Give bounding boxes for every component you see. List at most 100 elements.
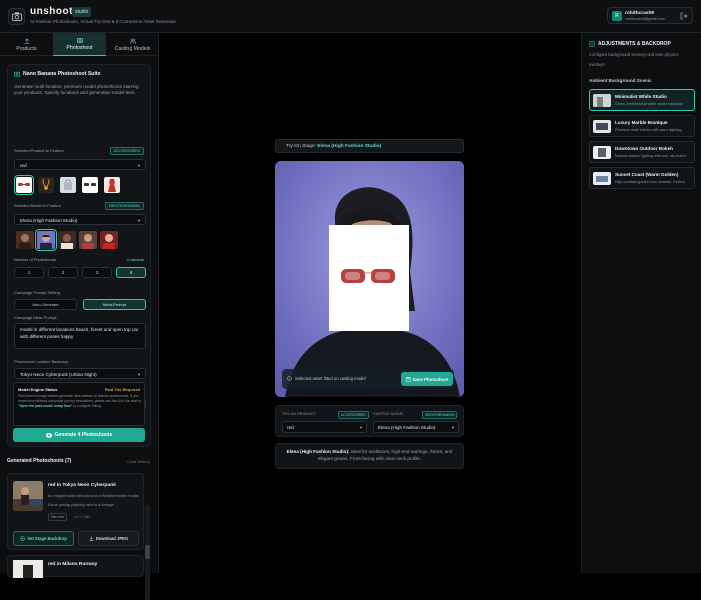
- scene-name: Sunset Coast (Warm Golden): [615, 172, 679, 177]
- scene-name: Minimalist White Studio: [615, 94, 667, 99]
- camera-icon: [76, 38, 83, 43]
- model-thumb-2[interactable]: [35, 229, 57, 251]
- model-thumb-5[interactable]: [100, 231, 118, 249]
- scene-thumbnail: [593, 172, 611, 185]
- model-thumb-3[interactable]: [58, 231, 76, 249]
- product-thumb-necklace[interactable]: [38, 177, 54, 193]
- variant-option-3[interactable]: 3: [82, 267, 112, 278]
- generated-thumbnail[interactable]: [13, 481, 43, 511]
- scene-desc: High-contrast golden hour seaside. Perfe…: [615, 180, 685, 184]
- chevron-down-icon: ▼: [451, 425, 455, 430]
- variant-option-1[interactable]: 1: [14, 267, 44, 278]
- product-thumb-bag[interactable]: [60, 177, 76, 193]
- save-icon: [405, 376, 411, 382]
- user-email: rohithcrash9@gmail.com: [625, 17, 665, 21]
- tryon-product-select[interactable]: red ▼: [282, 421, 367, 433]
- meta-prompt-label: Campaign Meta-Prompt: [14, 315, 57, 320]
- chevron-down-icon: ▼: [359, 425, 363, 430]
- studio-image: [593, 94, 611, 107]
- product-select[interactable]: red ▼: [14, 159, 146, 170]
- generated-item-title: red in Milano Runway: [48, 562, 98, 567]
- fit-status: Selected asset fitted on casting model: [287, 376, 366, 381]
- generate-photoshoots-button[interactable]: Generate 4 Photoshoots: [13, 428, 145, 442]
- logout-icon[interactable]: [680, 12, 688, 20]
- adjustments-title: ADJUSTMENTS & BACKDROP: [589, 41, 671, 47]
- meta-prompt-input[interactable]: model in different locations beach, fore…: [14, 323, 146, 349]
- casting-model-badge: MEDITERRANEAN: [422, 411, 458, 419]
- variants-count: 4 variants: [126, 257, 144, 262]
- paid-setup-link[interactable]: "Open the paid model setup flow": [18, 404, 72, 408]
- variant-option-2[interactable]: 2: [48, 267, 78, 278]
- product-thumb-sunglasses[interactable]: [14, 175, 34, 195]
- scene-minimalist-white-studio[interactable]: Minimalist White Studio Clean, professio…: [589, 89, 695, 111]
- stage-label-prefix: Try-On Stage:: [286, 144, 316, 149]
- product-select-value: red: [20, 163, 27, 168]
- scene-thumbnail: [593, 94, 611, 107]
- tab-casting-models[interactable]: Casting Models: [106, 33, 159, 56]
- tryon-product-value: red: [287, 425, 294, 430]
- boutique-image: [593, 120, 611, 133]
- engine-status-flag: Paid Tier Required: [104, 387, 140, 392]
- engine-status-box: Model Engine Status Paid Tier Required P…: [13, 382, 145, 426]
- product-label: Selected Product to Feature: [14, 148, 64, 153]
- tab-products[interactable]: Products: [0, 33, 53, 56]
- tab-label: Photoshoot: [66, 45, 93, 51]
- variants-label: Number of Photoshoots: [14, 257, 57, 262]
- sunglasses-image: [18, 183, 30, 186]
- info-icon: [287, 376, 292, 381]
- scene-luxury-marble-boutique[interactable]: Luxury Marble Boutique Premium retail in…: [589, 115, 695, 137]
- download-jpeg-button[interactable]: Download JPEG: [78, 531, 139, 546]
- user-card[interactable]: R rohithcrash9 rohithcrash9@gmail.com: [607, 7, 693, 24]
- try-on-stage-image[interactable]: [275, 161, 464, 397]
- clear-history-link[interactable]: Clear History: [127, 459, 150, 464]
- tab-bar: Products Photoshoot Casting Models: [0, 33, 159, 56]
- set-stage-label: Set Stage Backdrop: [27, 536, 67, 541]
- left-sidebar: Products Photoshoot Casting Models Nano …: [0, 33, 159, 600]
- history-scrollbar[interactable]: [145, 505, 150, 600]
- scrollbar-thumb[interactable]: [145, 545, 150, 559]
- set-stage-backdrop-button[interactable]: Set Stage Backdrop: [13, 531, 74, 546]
- suite-description: Generate multi-location, premium model p…: [14, 84, 139, 96]
- dress-image: [108, 179, 116, 192]
- tab-photoshoot[interactable]: Photoshoot: [53, 33, 106, 56]
- casting-model-value: Elena (High Fashion Studio): [378, 425, 436, 430]
- scene-sunset-coast[interactable]: Sunset Coast (Warm Golden) High-contrast…: [589, 167, 695, 189]
- auto-generate-button[interactable]: Auto-Generate: [14, 299, 77, 310]
- model-portrait: [103, 234, 115, 249]
- chevron-down-icon: ▼: [137, 218, 141, 223]
- model-portrait: [40, 234, 52, 249]
- camera-logo-icon[interactable]: [8, 8, 25, 25]
- scene-desc: Premium retail interior with warm lighti…: [615, 128, 682, 132]
- generated-card[interactable]: red in Tokyo Neon Cyberpunk An elegant w…: [7, 473, 144, 550]
- prompt-setting-label: Campaign Prompt Setting: [14, 290, 60, 295]
- brand-subtitle: AI Fashion Photoshoots, Virtual Try-Ons …: [30, 19, 176, 24]
- scene-downtown-outdoor-bokeh[interactable]: Downtown Outdoor Bokeh Natural outdoor l…: [589, 141, 695, 163]
- product-thumb-shades[interactable]: [82, 177, 98, 193]
- model-select[interactable]: Elena (High Fashion Studio) ▼: [14, 214, 146, 225]
- location-select[interactable]: Tokyo Neon Cyberpunk (Urban Night) ▼: [14, 368, 146, 379]
- scene-thumbnail: [593, 146, 611, 159]
- model-thumb-1[interactable]: [16, 231, 34, 249]
- sliders-icon: [589, 41, 595, 47]
- engine-status-text-2: to configure billing.: [73, 404, 102, 408]
- adjustments-description: Configure background scenery and tune ph…: [589, 52, 679, 67]
- generated-thumbnail[interactable]: [13, 560, 43, 578]
- model-thumb-4[interactable]: [79, 231, 97, 249]
- variant-option-4[interactable]: 4: [116, 267, 146, 278]
- photoshoot-image: [13, 560, 43, 578]
- generation-badge: Gen sim: [48, 513, 67, 521]
- tryon-product-badge: ACCESSORIES: [338, 411, 369, 419]
- tryon-product-label: TRY-ON PRODUCT: [282, 412, 316, 416]
- casting-model-select[interactable]: Elena (High Fashion Studio) ▼: [373, 421, 459, 433]
- model-portrait: [19, 234, 31, 249]
- generated-card[interactable]: red in Milano Runway: [7, 555, 144, 578]
- upload-icon: [24, 38, 29, 44]
- suite-title-text: Nano Banana Photoshoot Suite: [23, 71, 101, 77]
- save-photoshoot-button[interactable]: Save Photoshoot: [401, 372, 453, 386]
- meta-prompt-button[interactable]: Meta-Prompt: [83, 299, 146, 310]
- product-thumb-dress[interactable]: [104, 177, 120, 193]
- scene-name: Luxury Marble Boutique: [615, 120, 668, 125]
- camera-icon: [14, 71, 20, 77]
- scene-desc: Natural outdoor lighting with soft, city…: [615, 154, 687, 158]
- scene-name: Downtown Outdoor Bokeh: [615, 146, 673, 151]
